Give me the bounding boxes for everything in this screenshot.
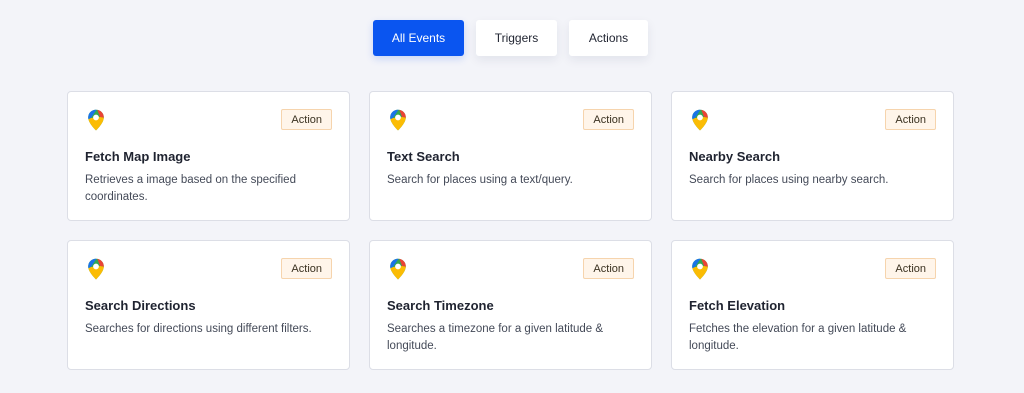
card-title: Fetch Map Image (85, 149, 191, 164)
card-description: Search for places using nearby search. (689, 174, 889, 186)
event-card-fetch-elevation[interactable]: Action Fetch Elevation Fetches the eleva… (671, 240, 954, 370)
google-maps-pin-icon (691, 109, 709, 131)
event-card-text-search[interactable]: Action Text Search Search for places usi… (369, 91, 652, 221)
card-title: Search Timezone (387, 298, 494, 313)
action-badge: Action (281, 258, 332, 279)
filter-actions-button[interactable]: Actions (569, 20, 648, 56)
card-description: Search for places using a text/query. (387, 174, 573, 186)
event-filter-bar: All Events Triggers Actions (0, 20, 1024, 56)
google-maps-pin-icon (691, 258, 709, 280)
action-badge: Action (885, 258, 936, 279)
google-maps-pin-icon (389, 109, 407, 131)
card-description: Retrieves a image based on the specified… (85, 174, 296, 203)
google-maps-pin-icon (87, 109, 105, 131)
card-description: Fetches the elevation for a given latitu… (689, 323, 907, 352)
card-description: Searches for directions using different … (85, 323, 312, 335)
google-maps-pin-icon (87, 258, 105, 280)
event-card-nearby-search[interactable]: Action Nearby Search Search for places u… (671, 91, 954, 221)
action-badge: Action (885, 109, 936, 130)
google-maps-pin-icon (389, 258, 407, 280)
card-description: Searches a timezone for a given latitude… (387, 323, 604, 352)
filter-all-events-button[interactable]: All Events (373, 20, 464, 56)
card-title: Fetch Elevation (689, 298, 786, 313)
filter-triggers-button[interactable]: Triggers (476, 20, 557, 56)
card-title: Search Directions (85, 298, 196, 313)
action-badge: Action (583, 109, 634, 130)
event-card-search-directions[interactable]: Action Search Directions Searches for di… (67, 240, 350, 370)
event-card-search-timezone[interactable]: Action Search Timezone Searches a timezo… (369, 240, 652, 370)
event-card-fetch-map-image[interactable]: Action Fetch Map Image Retrieves a image… (67, 91, 350, 221)
action-badge: Action (583, 258, 634, 279)
card-title: Nearby Search (689, 149, 781, 164)
card-title: Text Search (387, 149, 460, 164)
action-badge: Action (281, 109, 332, 130)
